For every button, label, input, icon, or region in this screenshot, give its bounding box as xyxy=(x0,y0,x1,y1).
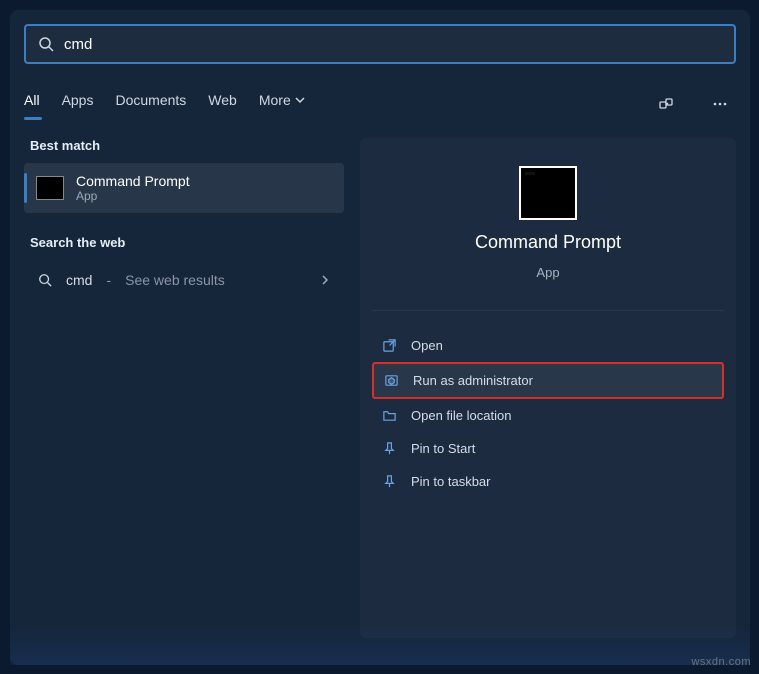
tab-more-label: More xyxy=(259,92,291,108)
action-open[interactable]: Open xyxy=(372,329,724,362)
preview-header: Command Prompt App xyxy=(372,166,724,311)
open-icon xyxy=(382,338,397,353)
tab-all[interactable]: All xyxy=(24,92,40,116)
share-icon[interactable] xyxy=(650,88,682,120)
search-web-label: Search the web xyxy=(30,235,344,250)
results-column: Best match Command Prompt App Search the… xyxy=(24,138,344,638)
action-label: Open xyxy=(411,338,443,353)
action-pin-to-start[interactable]: Pin to Start xyxy=(372,432,724,465)
result-title: Command Prompt xyxy=(76,173,190,189)
best-match-label: Best match xyxy=(30,138,344,153)
action-list: Open Run as administrator Open file loca… xyxy=(372,329,724,498)
filter-tabs: All Apps Documents Web More xyxy=(24,88,736,120)
action-open-file-location[interactable]: Open file location xyxy=(372,399,724,432)
preview-title: Command Prompt xyxy=(475,232,621,253)
tab-documents[interactable]: Documents xyxy=(115,92,186,116)
web-result-hint: See web results xyxy=(125,272,225,288)
search-icon xyxy=(38,273,52,287)
chevron-down-icon xyxy=(295,95,305,105)
watermark: wsxdn.com xyxy=(691,656,751,668)
search-box[interactable] xyxy=(24,24,736,64)
pin-icon xyxy=(382,474,397,489)
action-pin-to-taskbar[interactable]: Pin to taskbar xyxy=(372,465,724,498)
more-options-icon[interactable] xyxy=(704,88,736,120)
action-label: Pin to taskbar xyxy=(411,474,491,489)
preview-cmd-icon xyxy=(519,166,577,220)
result-subtitle: App xyxy=(76,189,190,203)
web-result-cmd[interactable]: cmd - See web results xyxy=(24,260,344,300)
pin-icon xyxy=(382,441,397,456)
action-run-as-administrator[interactable]: Run as administrator xyxy=(372,362,724,399)
preview-pane: Command Prompt App Open Run as administr… xyxy=(360,138,736,638)
body-area: Best match Command Prompt App Search the… xyxy=(10,138,750,638)
action-label: Open file location xyxy=(411,408,511,423)
result-command-prompt[interactable]: Command Prompt App xyxy=(24,163,344,213)
folder-icon xyxy=(382,408,397,423)
action-label: Pin to Start xyxy=(411,441,475,456)
search-input[interactable] xyxy=(64,36,722,53)
search-icon xyxy=(38,36,54,52)
web-result-dash: - xyxy=(106,272,111,288)
tab-web[interactable]: Web xyxy=(208,92,237,116)
result-text: Command Prompt App xyxy=(76,173,190,203)
shield-admin-icon xyxy=(384,373,399,388)
cmd-icon xyxy=(36,176,64,200)
search-window: All Apps Documents Web More Best match C… xyxy=(10,10,750,665)
action-label: Run as administrator xyxy=(413,373,533,388)
tab-apps[interactable]: Apps xyxy=(62,92,94,116)
tab-more[interactable]: More xyxy=(259,92,305,116)
preview-subtitle: App xyxy=(536,265,559,280)
chevron-right-icon xyxy=(320,274,330,286)
web-result-term: cmd xyxy=(66,272,92,288)
